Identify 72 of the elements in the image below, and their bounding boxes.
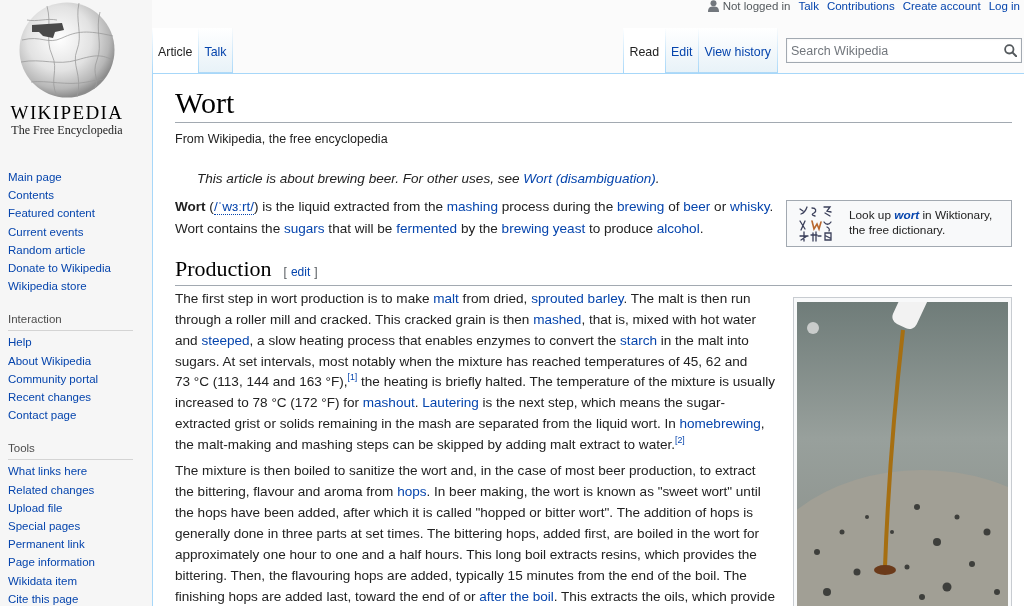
sidebar-link[interactable]: Page information [8,553,95,572]
article-link[interactable]: malt [433,291,459,307]
sidebar-link[interactable]: Random article [8,240,86,259]
hatnote-text: This article is about brewing beer. For other uses, see Wort (disambiguation). [197,170,660,188]
wiktionary-text: Look up wort in Wiktionary, the free dictionary. [849,208,994,239]
wordmark-text: WIKIPEDIA [10,103,124,123]
sidebar-link[interactable]: Main page [8,168,62,187]
view-tab[interactable]: Read [623,28,666,73]
article-link[interactable]: fermented [396,220,458,236]
site-subtitle: From Wikipedia, the free encyclopedia [175,131,388,147]
personal-link[interactable]: Log in [988,0,1020,12]
article-link[interactable]: mashing [446,199,498,215]
close-bracket: ] [314,264,318,281]
article-title: Wort [175,85,1012,123]
article-link[interactable]: steeped [201,332,250,348]
article-link[interactable]: homebrewing [679,416,761,432]
sidebar-link[interactable]: Donate to Wikipedia [8,259,111,278]
article-link[interactable]: brewing yeast [501,220,586,236]
sidebar-heading: Interaction [8,310,133,332]
body-paragraph: The first step in wort production is to make malt from dried, sprouted barley. The malt is then run through a roller mill and cracked. This cracked grain is then mashed, that is, mixed with hot water and steeped, a slow heating process that enables enzymes to convert the starch in the malt into sugars. At set intervals, most notably when the mixture has reached temperatures of 45, 62 and 73 °C (113, 144 and 163 °F),$^{[1]}$ the heating is briefly halted. The temperature of the mixture is usually increased to 78 °C (172 °F) for mashout. Lautering is the next step, which means the sugar-extracted grist or solids remaining in the mash are separated from the liquid wort. In homebrewing, the malt-making and mashing steps can be skipped by adding malt extract to water.$^{[2]}$ [175,290,776,454]
sidebar-link[interactable]: Related changes [8,480,95,499]
namespace-tab[interactable]: Article [152,28,199,73]
sidebar-link[interactable]: Upload file [8,498,63,518]
wiktionary-term-link[interactable]: wort [894,208,920,223]
citation-link[interactable]: [1] [347,372,358,383]
sidebar-link[interactable]: Current events [8,222,84,241]
sidebar-link[interactable]: What links here [8,462,88,481]
sidebar-link[interactable]: Recent changes [8,388,92,407]
sidebar-link[interactable]: Community portal [8,369,99,389]
article-link[interactable]: Lautering [422,395,479,411]
article-link[interactable]: sprouted barley [531,291,624,307]
article-link[interactable]: mashout [362,395,415,411]
sidebar-heading: Tools [8,439,133,461]
sidebar-link[interactable]: Special pages [8,517,81,536]
body-paragraph: The mixture is then boiled to sanitize the wort and, in the case of most beer production, to extract the bittering, flavour and aroma from hops. In beer making, the wort is known as "sweet wort" until the hops have been added, after which it is called "hopped or bitter wort". The addition of hops is generally done in three parts at set times. The bittering hops, added first, are boiled in the wort for approximately one hour to one and a half hours. This long boil extracts resins, which provides the bittering. Then, the flavouring hops are added, typically 15 minutes from the end of the boil. The finishing hops are added last, toward the end of or after the boil. This extracts the oils, which provide [175,462,776,606]
sidebar-link[interactable]: Help [8,333,32,352]
article-link[interactable]: starch [620,332,657,348]
personal-link[interactable]: Create account [902,0,981,12]
open-bracket: [ [283,264,287,281]
tagline-text: The Free Encyclopedia [11,123,123,137]
section-heading: Production [175,255,272,284]
sidebar-link[interactable]: Contents [8,186,55,205]
personal-link[interactable]: Talk [798,0,819,12]
sidebar-link[interactable]: Wikipedia store [8,277,87,296]
sidebar-link[interactable]: Contact page [8,406,77,425]
view-tab[interactable]: Edit [665,28,699,73]
puzzle-globe-icon[interactable] [17,0,117,98]
article-link[interactable]: sugars [283,220,325,236]
sidebar-link[interactable]: Permanent link [8,535,85,554]
personal-link[interactable]: Contributions [826,0,895,12]
article-link[interactable]: brewing [616,199,665,215]
article-link[interactable]: alcohol [656,220,700,236]
edit-link[interactable]: edit [290,264,311,281]
intro-paragraph: Wort (/ˈwɜːrt/) is the liquid extracted from the mashing process during the brewing of beer or whisky. Wort contains the sugars that will be fermented by the brewing yeast to produce alcohol. [175,198,775,238]
sidebar-link[interactable]: Cite this page [8,589,79,606]
article-link[interactable]: hops [397,484,427,500]
login-status-text: Not logged in [722,0,791,12]
article-link[interactable]: Wort (disambiguation) [523,171,656,186]
sidebar-link[interactable]: Featured content [8,204,95,223]
search-icon[interactable] [1004,44,1017,57]
pronunciation-link[interactable]: /ˈwɜːrt/ [213,199,254,216]
article-link[interactable]: beer [683,199,711,215]
view-tab[interactable]: View history [698,28,778,73]
user-icon [707,0,719,12]
article-link[interactable]: after the boil [479,588,554,604]
search-field[interactable]: Search Wikipedia [786,38,1022,63]
dictionary-glyphs-icon [797,205,835,242]
sidebar-link[interactable]: Wikidata item [8,571,78,590]
article-link[interactable]: whisky [729,199,770,215]
sidebar-link[interactable]: About Wikipedia [8,351,92,370]
citation-link[interactable]: [2] [675,435,685,446]
namespace-tab[interactable]: Talk [198,28,234,73]
